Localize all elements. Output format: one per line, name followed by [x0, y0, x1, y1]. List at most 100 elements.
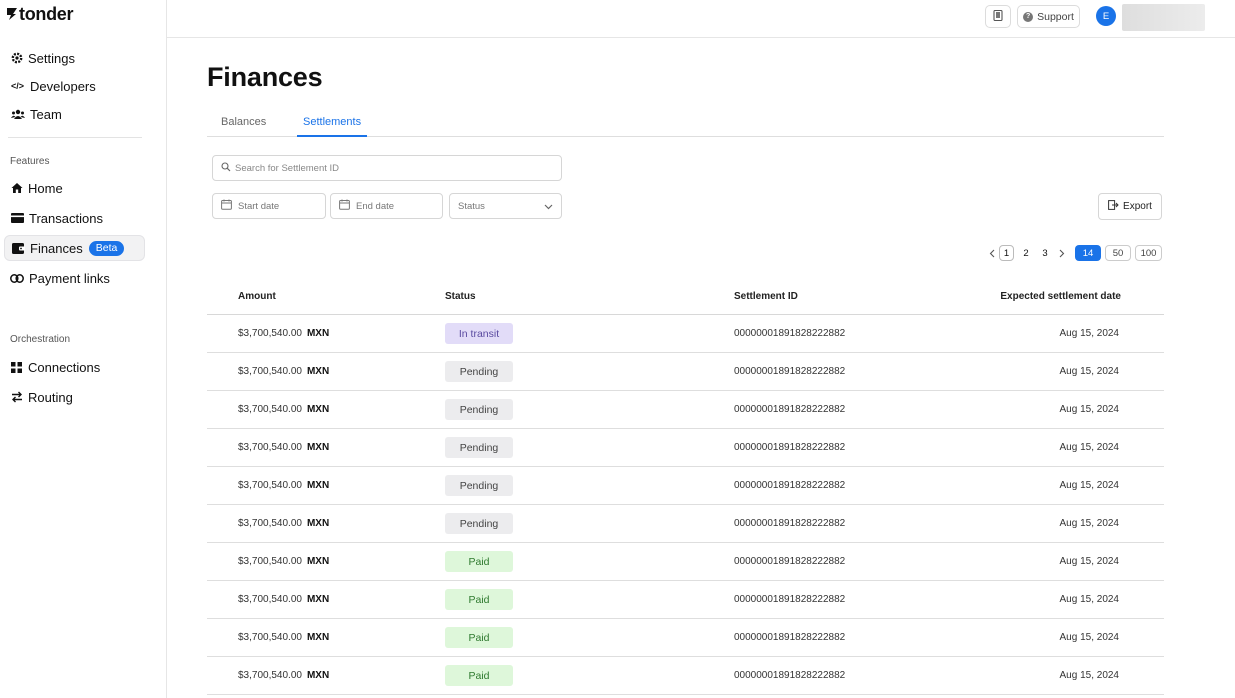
amount-cell: $3,700,540.00 MXN	[238, 518, 329, 529]
expected-date-cell: Aug 15, 2024	[1059, 518, 1120, 529]
sidebar-item-connections[interactable]: Connections	[4, 354, 145, 380]
amount-cell: $3,700,540.00 MXN	[238, 670, 329, 681]
page-2-button[interactable]: 2	[1019, 245, 1033, 261]
column-header-amount[interactable]: Amount	[238, 291, 276, 302]
search-box[interactable]	[212, 155, 562, 181]
settlement-id-cell: 00000001891828222882	[734, 556, 846, 567]
page-size-50-button[interactable]: 50	[1105, 245, 1131, 261]
calendar-icon	[339, 199, 350, 213]
routing-icon	[10, 391, 23, 404]
status-select[interactable]: Status	[449, 193, 562, 219]
page-1-button[interactable]: 1	[999, 245, 1014, 261]
table-row[interactable]: $3,700,540.00 MXN Paid 00000001891828222882…	[207, 543, 1164, 581]
export-button[interactable]: Export	[1098, 193, 1162, 220]
status-badge: Paid	[445, 551, 513, 572]
settlement-id-cell: 00000001891828222882	[734, 670, 846, 681]
expected-date-cell: Aug 15, 2024	[1059, 594, 1120, 605]
section-label-orchestration: Orchestration	[10, 334, 71, 345]
code-icon: </>	[10, 81, 24, 91]
sidebar: tonder Settings </> Developers Team Feat…	[0, 0, 167, 698]
top-bar: ? Support E	[167, 0, 1235, 38]
tab-settlements[interactable]: Settlements	[297, 116, 368, 137]
sidebar-item-label: Developers	[30, 78, 96, 94]
card-icon	[10, 212, 24, 225]
status-badge: Pending	[445, 475, 513, 496]
user-name-redacted[interactable]	[1122, 4, 1205, 31]
currency-code: MXN	[306, 328, 330, 339]
currency-code: MXN	[306, 594, 330, 605]
search-input[interactable]	[235, 162, 535, 174]
prev-page-icon[interactable]	[987, 245, 997, 261]
sidebar-item-home[interactable]: Home	[4, 175, 145, 201]
expected-date-cell: Aug 15, 2024	[1059, 328, 1120, 339]
bolt-icon	[7, 8, 17, 20]
sidebar-item-label: Connections	[28, 359, 101, 375]
currency-code: MXN	[306, 632, 330, 643]
status-badge: Paid	[445, 665, 513, 686]
avatar[interactable]: E	[1096, 6, 1116, 26]
end-date-field[interactable]: End date	[330, 193, 443, 219]
sidebar-item-team[interactable]: Team	[4, 101, 145, 127]
brand-logo[interactable]: tonder	[6, 3, 74, 24]
sidebar-item-payment-links[interactable]: Payment links	[4, 265, 145, 291]
docs-button[interactable]	[985, 5, 1011, 28]
page-title: Finances	[207, 62, 323, 92]
table-row[interactable]: $3,700,540.00 MXN In transit 00000001891828…	[207, 315, 1164, 353]
settlement-id-cell: 00000001891828222882	[734, 328, 846, 339]
column-header-settlement-id[interactable]: Settlement ID	[734, 291, 798, 302]
expected-date-cell: Aug 15, 2024	[1059, 556, 1120, 567]
sidebar-item-label: Settings	[28, 50, 75, 66]
sidebar-item-developers[interactable]: </> Developers	[4, 73, 145, 99]
amount-value: $3,700,540.00	[238, 632, 302, 643]
end-date-placeholder: End date	[356, 200, 395, 212]
beta-badge: Beta	[88, 240, 125, 256]
expected-date-cell: Aug 15, 2024	[1059, 480, 1120, 491]
tab-bar: Balances Settlements	[207, 112, 1164, 137]
amount-cell: $3,700,540.00 MXN	[238, 442, 329, 453]
column-header-status[interactable]: Status	[445, 291, 476, 302]
status-placeholder: Status	[458, 200, 485, 212]
status-badge: Pending	[445, 361, 513, 382]
help-icon: ?	[1023, 11, 1034, 22]
settlement-id-cell: 00000001891828222882	[734, 594, 846, 605]
export-label: Export	[1123, 201, 1152, 212]
table-row[interactable]: $3,700,540.00 MXN Paid 00000001891828222882…	[207, 657, 1164, 695]
search-icon	[221, 159, 231, 177]
page-size-100-button[interactable]: 100	[1135, 245, 1162, 261]
support-button[interactable]: ? Support	[1017, 5, 1080, 28]
gear-icon	[10, 52, 23, 65]
sidebar-divider	[8, 137, 142, 138]
page-3-button[interactable]: 3	[1038, 245, 1052, 261]
sidebar-item-transactions[interactable]: Transactions	[4, 205, 145, 231]
page-size-14-button[interactable]: 14	[1075, 245, 1101, 261]
status-badge: Paid	[445, 627, 513, 648]
sidebar-item-routing[interactable]: Routing	[4, 384, 145, 410]
status-badge: Pending	[445, 437, 513, 458]
chevron-down-icon	[544, 202, 553, 213]
section-label-features: Features	[10, 156, 50, 167]
grid-icon	[10, 361, 23, 374]
table-row[interactable]: $3,700,540.00 MXN Pending 00000001891828222…	[207, 391, 1164, 429]
sidebar-item-finances[interactable]: Finances Beta	[4, 235, 145, 261]
table-row[interactable]: $3,700,540.00 MXN Paid 00000001891828222882…	[207, 619, 1164, 657]
table-row[interactable]: $3,700,540.00 MXN Pending 00000001891828222…	[207, 505, 1164, 543]
column-header-expected-date[interactable]: Expected settlement date	[1000, 291, 1121, 302]
amount-cell: $3,700,540.00 MXN	[238, 404, 329, 415]
table-header: Amount Status Settlement ID Expected set…	[207, 282, 1164, 315]
status-badge: Paid	[445, 589, 513, 610]
table-row[interactable]: $3,700,540.00 MXN Pending 00000001891828222…	[207, 353, 1164, 391]
currency-code: MXN	[306, 518, 330, 529]
tab-balances[interactable]: Balances	[221, 116, 266, 137]
amount-cell: $3,700,540.00 MXN	[238, 556, 329, 567]
table-row[interactable]: $3,700,540.00 MXN Pending 00000001891828222…	[207, 429, 1164, 467]
table-row[interactable]: $3,700,540.00 MXN Paid 00000001891828222882…	[207, 581, 1164, 619]
settlement-id-cell: 00000001891828222882	[734, 404, 846, 415]
team-icon	[10, 108, 25, 121]
table-row[interactable]: $3,700,540.00 MXN Pending 00000001891828222…	[207, 467, 1164, 505]
brand-name: tonder	[19, 3, 74, 24]
amount-cell: $3,700,540.00 MXN	[238, 632, 329, 643]
sidebar-item-settings[interactable]: Settings	[4, 45, 145, 71]
next-page-icon[interactable]	[1057, 245, 1067, 261]
settlement-id-cell: 00000001891828222882	[734, 366, 846, 377]
start-date-field[interactable]: Start date	[212, 193, 326, 219]
